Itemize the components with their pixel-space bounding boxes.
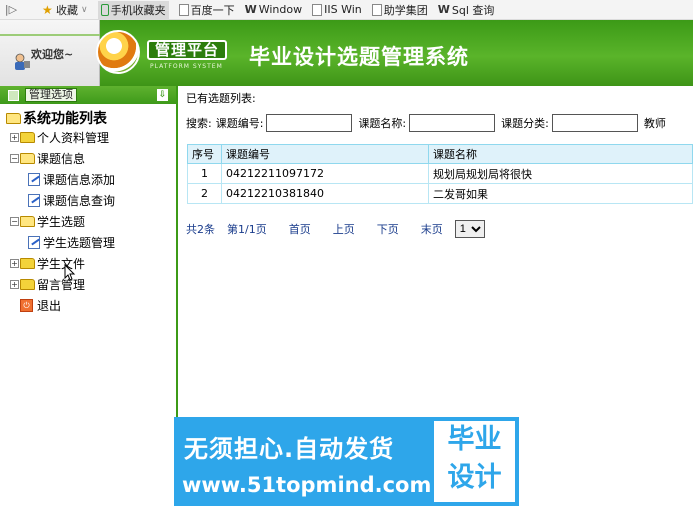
page-select[interactable]: 1	[454, 220, 485, 238]
teacher-label: 教师	[643, 117, 666, 130]
page-icon	[178, 3, 189, 16]
watermark-logo-box: 毕业 设计	[430, 417, 519, 506]
bookmark-baidu[interactable]: 百度一下	[178, 2, 235, 18]
collapse-icon[interactable]: −	[10, 217, 19, 226]
platform-badge: 管理平台	[147, 40, 227, 60]
table-row[interactable]: 2 04212210381840 二发哥如果	[187, 183, 693, 204]
sidebar-header: 管理选项 ⇩	[0, 86, 176, 104]
logout-icon: ⏻	[20, 299, 33, 312]
last-page-link[interactable]: 末页	[421, 221, 443, 237]
page-info: 第1/1页	[227, 223, 267, 236]
search-row: 搜索: 课题编号: 课题名称: 课题分类: 教师	[186, 114, 666, 132]
list-title: 已有选题列表:	[186, 92, 256, 105]
topic-table: 序号 课题编号 课题名称 1 04212211097172 规划局规划局将很快 …	[187, 144, 693, 204]
sidebar-item-student-select[interactable]: − 学生选题	[10, 211, 176, 232]
sidebar-toggle-icon[interactable]: |▷	[0, 3, 22, 16]
star-icon: ★	[42, 2, 53, 17]
sidebar-item-messages[interactable]: + 留言管理	[10, 274, 176, 295]
topic-category-label: 课题分类:	[501, 117, 549, 130]
folder-open-icon	[20, 216, 35, 227]
folder-icon	[20, 279, 35, 290]
edit-page-icon	[28, 173, 40, 186]
page-icon	[371, 3, 382, 16]
bookmark-zhuxue[interactable]: 助学集团	[371, 2, 428, 18]
page-title: 毕业设计选题管理系统	[249, 45, 469, 69]
grid-icon	[8, 89, 19, 101]
expand-icon[interactable]: +	[10, 133, 19, 142]
bookmark-mobile[interactable]: 手机收藏夹	[97, 0, 169, 19]
cell-code: 04212210381840	[221, 183, 429, 204]
logo-icon	[96, 30, 140, 74]
topic-name-label: 课题名称:	[358, 117, 407, 130]
function-tree: 系统功能列表 + 个人资料管理 − 课题信息 课题信息添加 课题信息查询 − 学…	[0, 109, 176, 316]
w-logo-icon: W	[437, 2, 450, 16]
column-header-name: 课题名称	[428, 144, 693, 164]
table-row[interactable]: 1 04212211097172 规划局规划局将很快	[187, 163, 693, 184]
folder-open-icon	[20, 153, 35, 164]
folder-icon	[20, 132, 35, 143]
topic-code-input[interactable]	[266, 114, 353, 132]
chevron-down-icon: ∨	[81, 4, 88, 15]
sidebar-item-student-select-manage[interactable]: 学生选题管理	[28, 232, 176, 253]
watermark-slogan: 无须担心.自动发货	[184, 435, 395, 463]
total-count: 共2条	[186, 223, 215, 236]
bookmark-iis[interactable]: IIS Win	[312, 3, 362, 16]
page-icon	[312, 3, 323, 16]
cell-name: 规划局规划局将很快	[428, 163, 693, 184]
sidebar-item-topic-add[interactable]: 课题信息添加	[28, 169, 176, 190]
download-icon[interactable]: ⇩	[157, 89, 168, 101]
bookmarks-bar: |▷ ★ 收藏 ∨ 手机收藏夹 百度一下 W Window IIS Win 助学…	[0, 0, 693, 20]
edit-page-icon	[28, 236, 40, 249]
sidebar-item-profile[interactable]: + 个人资料管理	[10, 127, 176, 148]
bookmark-sql[interactable]: W Sql 查询	[438, 2, 495, 18]
bookmark-favorites[interactable]: ★ 收藏 ∨	[42, 2, 88, 18]
cell-index: 1	[187, 163, 222, 184]
tree-root: 系统功能列表	[6, 109, 176, 127]
welcome-text: 欢迎您~	[31, 48, 74, 61]
phone-icon	[100, 3, 109, 16]
cell-index: 2	[187, 183, 222, 204]
folder-icon	[20, 258, 35, 269]
cell-name: 二发哥如果	[428, 183, 693, 204]
watermark-banner: 无须担心.自动发货 www.51topmind.com 毕业 设计	[174, 417, 519, 506]
pagination: 共2条 第1/1页 首页 上页 下页 末页 1	[186, 220, 485, 238]
folder-open-icon	[6, 112, 21, 124]
collapse-icon[interactable]: −	[10, 154, 19, 163]
mouse-cursor-icon	[64, 264, 76, 281]
column-header-code: 课题编号	[221, 144, 429, 164]
header-banner: 欢迎您~ 管理平台 PLATFORM SYSTEM 毕业设计选题管理系统	[0, 20, 693, 86]
sidebar-item-logout[interactable]: ⏻ 退出	[20, 295, 176, 316]
platform-subtitle: PLATFORM SYSTEM	[150, 63, 223, 70]
sidebar-item-topic-info[interactable]: − 课题信息	[10, 148, 176, 169]
topic-code-label: 课题编号:	[215, 117, 264, 130]
table-header-row: 序号 课题编号 课题名称	[187, 144, 693, 164]
sidebar-item-topic-query[interactable]: 课题信息查询	[28, 190, 176, 211]
bookmark-window[interactable]: W Window	[245, 3, 303, 16]
prev-page-link[interactable]: 上页	[333, 221, 355, 237]
watermark-box-line2: 设计	[447, 462, 502, 493]
next-page-link[interactable]: 下页	[377, 221, 399, 237]
watermark-url: www.51topmind.com	[182, 473, 432, 497]
first-page-link[interactable]: 首页	[289, 221, 311, 237]
user-icon	[15, 53, 30, 70]
search-label: 搜索:	[186, 117, 212, 130]
options-button[interactable]: 管理选项	[25, 88, 77, 102]
watermark-box-line1: 毕业	[447, 424, 502, 455]
edit-page-icon	[28, 194, 40, 207]
expand-icon[interactable]: +	[10, 259, 19, 268]
welcome-box: 欢迎您~	[0, 20, 100, 86]
cell-code: 04212211097172	[221, 163, 429, 184]
sidebar: 管理选项 ⇩ 系统功能列表 + 个人资料管理 − 课题信息 课题信息添加 课题信…	[0, 86, 178, 506]
expand-icon[interactable]: +	[10, 280, 19, 289]
topic-name-input[interactable]	[409, 114, 496, 132]
column-header-index: 序号	[187, 144, 222, 164]
topic-category-input[interactable]	[551, 114, 638, 132]
sidebar-item-student-files[interactable]: + 学生文件	[10, 253, 176, 274]
w-logo-icon: W	[244, 2, 257, 16]
